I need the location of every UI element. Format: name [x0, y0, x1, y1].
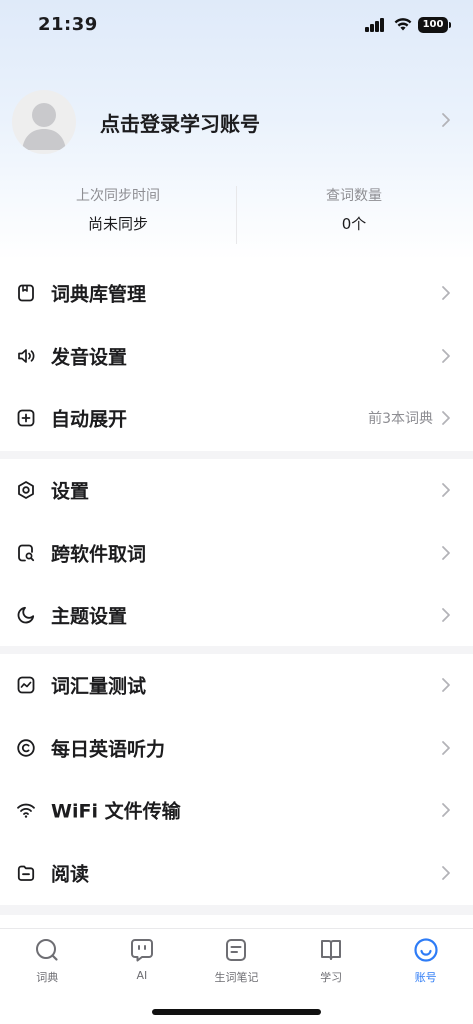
tab-label: 学习: [320, 971, 343, 984]
chevron-right-icon: [442, 608, 450, 623]
chevron-right-icon: [442, 113, 450, 127]
cellular-signal-icon: [365, 18, 385, 32]
chart-icon: [17, 676, 35, 694]
tab-vocab-notes[interactable]: 生词笔记: [189, 937, 284, 985]
notes-icon: [226, 939, 247, 961]
menu-label: 发音设置: [51, 346, 128, 369]
chevron-right-icon: [442, 348, 450, 363]
tab-dictionary[interactable]: 词典: [0, 937, 95, 985]
menu-section-dictionary: 词典库管理 发音设置 自动展开 前3本词典: [0, 262, 473, 450]
menu-label: 每日英语听力: [51, 738, 166, 761]
auto-expand-value: 前3本词典: [368, 411, 433, 428]
folder-icon: [17, 865, 35, 881]
plus-square-icon: [17, 409, 35, 427]
menu-item-dictionary-library[interactable]: 词典库管理: [0, 262, 473, 325]
smile-icon: [414, 938, 438, 962]
menu-section-settings: 设置 跨软件取词 主题设置: [0, 459, 473, 647]
home-indicator: [152, 1009, 321, 1015]
menu-label: 词典库管理: [51, 283, 147, 306]
chevron-right-icon: [442, 803, 450, 818]
ai-icon: [130, 939, 153, 962]
wifi-status-icon: [394, 18, 412, 31]
status-bar: 21:39 100: [0, 0, 473, 52]
menu-item-vocabulary-test[interactable]: 词汇量测试: [0, 654, 473, 717]
status-time: 21:39: [38, 14, 98, 35]
section-divider: [0, 451, 473, 459]
chevron-right-icon: [442, 678, 450, 693]
menu-label: WiFi 文件传输: [51, 800, 181, 823]
book-icon: [18, 284, 34, 302]
chevron-right-icon: [442, 740, 450, 755]
menu-item-cross-app-lookup[interactable]: 跨软件取词: [0, 522, 473, 585]
menu-label: 词汇量测试: [51, 675, 147, 698]
menu-label: 跨软件取词: [51, 543, 147, 566]
wifi-icon: [17, 803, 35, 819]
avatar: [12, 90, 76, 154]
login-row[interactable]: 点击登录学习账号: [0, 88, 473, 156]
chevron-right-icon: [442, 411, 450, 426]
menu-label: 主题设置: [51, 605, 128, 628]
tab-label: 词典: [36, 971, 59, 984]
chevron-right-icon: [442, 483, 450, 498]
stats-panel: 上次同步时间 尚未同步 查词数量 0个: [0, 182, 473, 250]
menu-item-auto-expand[interactable]: 自动展开 前3本词典: [0, 387, 473, 450]
last-sync-stat: 上次同步时间 尚未同步: [0, 182, 236, 236]
section-divider: [0, 646, 473, 654]
speaker-icon: [18, 348, 35, 363]
tab-account[interactable]: 账号: [378, 937, 473, 985]
menu-item-theme-settings[interactable]: 主题设置: [0, 584, 473, 647]
chevron-right-icon: [442, 286, 450, 301]
lookup-count-value: 0个: [341, 215, 367, 233]
menu-item-daily-listening[interactable]: 每日英语听力: [0, 717, 473, 780]
search-document-icon: [18, 544, 35, 562]
tab-label: AI: [136, 969, 148, 982]
tab-study[interactable]: 学习: [284, 937, 379, 985]
lookup-count-label: 查词数量: [326, 188, 382, 204]
user-placeholder-icon: [22, 103, 66, 150]
section-divider: [0, 905, 473, 915]
hexagon-settings-icon: [18, 481, 34, 500]
menu-item-reading[interactable]: 阅读: [0, 842, 473, 905]
battery-icon: 100: [418, 17, 451, 33]
tab-label: 生词笔记: [214, 971, 259, 984]
login-title: 点击登录学习账号: [100, 112, 260, 136]
menu-section-tools: 词汇量测试 每日英语听力 WiFi 文件传输 阅读: [0, 654, 473, 904]
last-sync-value: 尚未同步: [87, 215, 148, 233]
lookup-count-stat: 查词数量 0个: [236, 182, 472, 236]
menu-item-wifi-transfer[interactable]: WiFi 文件传输: [0, 779, 473, 842]
menu-item-pronunciation-settings[interactable]: 发音设置: [0, 325, 473, 388]
circle-c-icon: [17, 739, 35, 757]
menu-label: 自动展开: [51, 408, 128, 431]
open-book-icon: [321, 940, 342, 960]
menu-label: 阅读: [51, 863, 90, 886]
menu-label: 设置: [51, 480, 90, 503]
search-icon: [36, 939, 58, 961]
menu-item-settings[interactable]: 设置: [0, 459, 473, 522]
chevron-right-icon: [442, 865, 450, 880]
last-sync-label: 上次同步时间: [76, 188, 160, 204]
tab-label: 账号: [414, 971, 437, 984]
moon-icon: [17, 607, 35, 624]
tab-ai[interactable]: AI: [95, 937, 190, 982]
chevron-right-icon: [442, 545, 450, 560]
